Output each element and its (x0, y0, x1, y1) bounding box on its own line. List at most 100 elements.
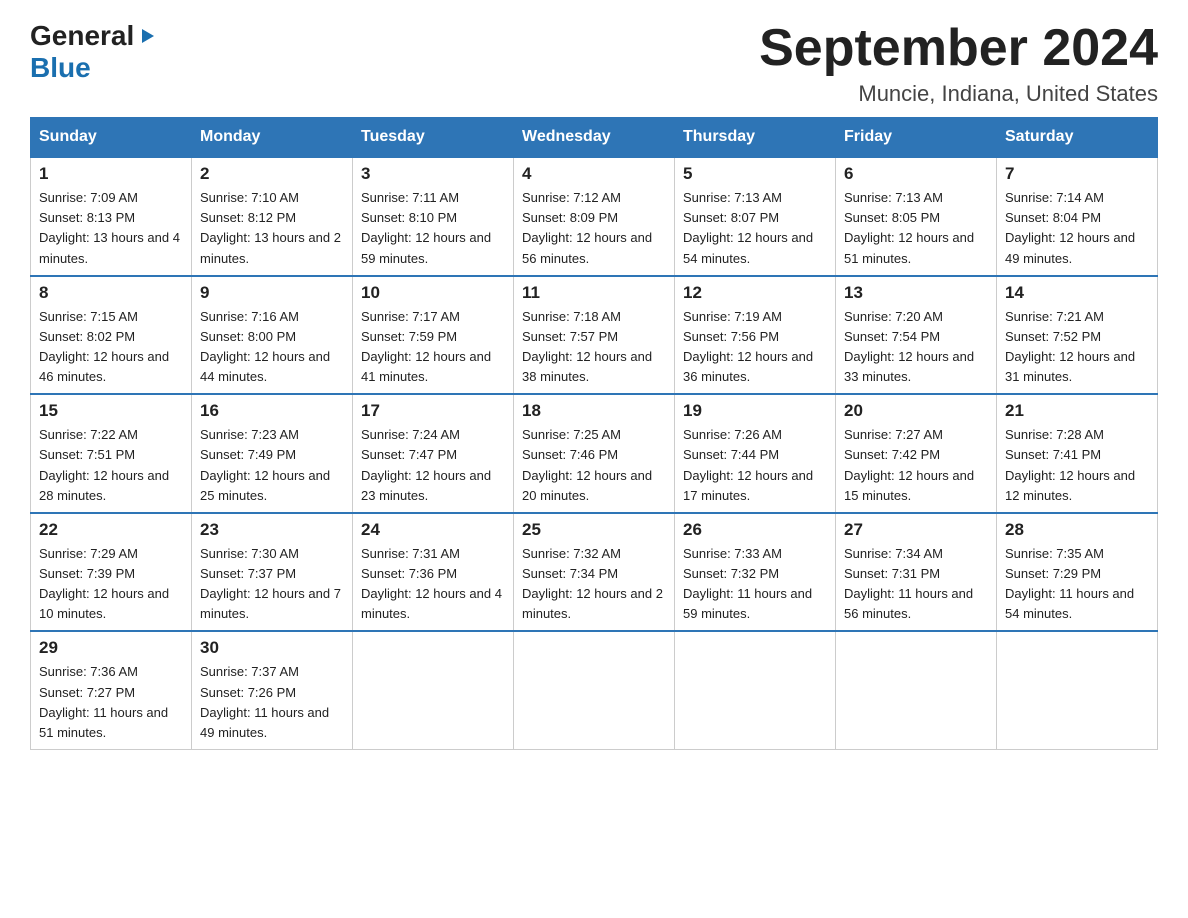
calendar-header-friday: Friday (836, 118, 997, 158)
calendar-week-row: 15 Sunrise: 7:22 AMSunset: 7:51 PMDayligh… (31, 394, 1158, 513)
day-number: 27 (844, 520, 988, 540)
calendar-week-row: 22Sunrise: 7:29 AMSunset: 7:39 PMDayligh… (31, 513, 1158, 632)
calendar-cell: 19 Sunrise: 7:26 AMSunset: 7:44 PMDayligh… (675, 394, 836, 513)
day-info: Sunrise: 7:28 AMSunset: 7:41 PMDaylight:… (1005, 425, 1149, 506)
day-number: 7 (1005, 164, 1149, 184)
day-number: 16 (200, 401, 344, 421)
calendar-header-row: SundayMondayTuesdayWednesdayThursdayFrid… (31, 118, 1158, 158)
calendar-header-thursday: Thursday (675, 118, 836, 158)
calendar-title: September 2024 (759, 20, 1158, 77)
day-number: 26 (683, 520, 827, 540)
calendar-cell: 27 Sunrise: 7:34 AMSunset: 7:31 PMDayligh… (836, 513, 997, 632)
calendar-cell: 23 Sunrise: 7:30 AMSunset: 7:37 PMDayligh… (192, 513, 353, 632)
day-info: Sunrise: 7:36 AMSunset: 7:27 PMDaylight:… (39, 662, 183, 743)
logo: General Blue (30, 20, 158, 84)
calendar-cell: 18 Sunrise: 7:25 AMSunset: 7:46 PMDayligh… (514, 394, 675, 513)
calendar-week-row: 1 Sunrise: 7:09 AMSunset: 8:13 PMDaylight… (31, 157, 1158, 276)
day-info: Sunrise: 7:31 AMSunset: 7:36 PMDaylight:… (361, 544, 505, 625)
logo-general-text: General (30, 20, 134, 52)
day-info: Sunrise: 7:34 AMSunset: 7:31 PMDaylight:… (844, 544, 988, 625)
calendar-header-wednesday: Wednesday (514, 118, 675, 158)
calendar-cell: 15 Sunrise: 7:22 AMSunset: 7:51 PMDayligh… (31, 394, 192, 513)
calendar-table: SundayMondayTuesdayWednesdayThursdayFrid… (30, 117, 1158, 750)
day-info: Sunrise: 7:25 AMSunset: 7:46 PMDaylight:… (522, 425, 666, 506)
day-info: Sunrise: 7:23 AMSunset: 7:49 PMDaylight:… (200, 425, 344, 506)
day-number: 20 (844, 401, 988, 421)
calendar-cell: 25 Sunrise: 7:32 AMSunset: 7:34 PMDayligh… (514, 513, 675, 632)
calendar-cell: 17 Sunrise: 7:24 AMSunset: 7:47 PMDayligh… (353, 394, 514, 513)
day-info: Sunrise: 7:32 AMSunset: 7:34 PMDaylight:… (522, 544, 666, 625)
day-info: Sunrise: 7:22 AMSunset: 7:51 PMDaylight:… (39, 425, 183, 506)
day-number: 5 (683, 164, 827, 184)
day-info: Sunrise: 7:09 AMSunset: 8:13 PMDaylight:… (39, 188, 183, 269)
calendar-cell: 10 Sunrise: 7:17 AMSunset: 7:59 PMDayligh… (353, 276, 514, 395)
logo-blue-text: Blue (30, 52, 91, 83)
day-info: Sunrise: 7:18 AMSunset: 7:57 PMDaylight:… (522, 307, 666, 388)
calendar-cell: 22Sunrise: 7:29 AMSunset: 7:39 PMDayligh… (31, 513, 192, 632)
day-info: Sunrise: 7:10 AMSunset: 8:12 PMDaylight:… (200, 188, 344, 269)
day-number: 22 (39, 520, 183, 540)
calendar-cell: 9 Sunrise: 7:16 AMSunset: 8:00 PMDaylight… (192, 276, 353, 395)
day-info: Sunrise: 7:11 AMSunset: 8:10 PMDaylight:… (361, 188, 505, 269)
calendar-cell: 29Sunrise: 7:36 AMSunset: 7:27 PMDayligh… (31, 631, 192, 749)
calendar-cell: 20 Sunrise: 7:27 AMSunset: 7:42 PMDayligh… (836, 394, 997, 513)
calendar-cell: 12 Sunrise: 7:19 AMSunset: 7:56 PMDayligh… (675, 276, 836, 395)
day-number: 11 (522, 283, 666, 303)
day-info: Sunrise: 7:26 AMSunset: 7:44 PMDaylight:… (683, 425, 827, 506)
day-number: 8 (39, 283, 183, 303)
day-info: Sunrise: 7:19 AMSunset: 7:56 PMDaylight:… (683, 307, 827, 388)
calendar-cell: 14Sunrise: 7:21 AMSunset: 7:52 PMDayligh… (997, 276, 1158, 395)
calendar-cell: 1 Sunrise: 7:09 AMSunset: 8:13 PMDaylight… (31, 157, 192, 276)
page-header: General Blue September 2024 Muncie, Indi… (30, 20, 1158, 107)
day-info: Sunrise: 7:37 AMSunset: 7:26 PMDaylight:… (200, 662, 344, 743)
calendar-cell: 16 Sunrise: 7:23 AMSunset: 7:49 PMDayligh… (192, 394, 353, 513)
calendar-cell: 5Sunrise: 7:13 AMSunset: 8:07 PMDaylight… (675, 157, 836, 276)
calendar-cell: 21 Sunrise: 7:28 AMSunset: 7:41 PMDayligh… (997, 394, 1158, 513)
day-number: 10 (361, 283, 505, 303)
day-info: Sunrise: 7:16 AMSunset: 8:00 PMDaylight:… (200, 307, 344, 388)
day-number: 19 (683, 401, 827, 421)
calendar-cell: 26Sunrise: 7:33 AMSunset: 7:32 PMDayligh… (675, 513, 836, 632)
calendar-cell: 13Sunrise: 7:20 AMSunset: 7:54 PMDayligh… (836, 276, 997, 395)
day-info: Sunrise: 7:21 AMSunset: 7:52 PMDaylight:… (1005, 307, 1149, 388)
calendar-header-tuesday: Tuesday (353, 118, 514, 158)
day-number: 3 (361, 164, 505, 184)
logo-arrow-icon (136, 25, 158, 47)
day-number: 2 (200, 164, 344, 184)
day-info: Sunrise: 7:17 AMSunset: 7:59 PMDaylight:… (361, 307, 505, 388)
day-info: Sunrise: 7:15 AMSunset: 8:02 PMDaylight:… (39, 307, 183, 388)
day-number: 9 (200, 283, 344, 303)
day-number: 24 (361, 520, 505, 540)
day-info: Sunrise: 7:24 AMSunset: 7:47 PMDaylight:… (361, 425, 505, 506)
calendar-week-row: 8 Sunrise: 7:15 AMSunset: 8:02 PMDaylight… (31, 276, 1158, 395)
day-number: 28 (1005, 520, 1149, 540)
calendar-cell (997, 631, 1158, 749)
calendar-cell (353, 631, 514, 749)
day-number: 23 (200, 520, 344, 540)
day-number: 1 (39, 164, 183, 184)
calendar-cell: 11 Sunrise: 7:18 AMSunset: 7:57 PMDayligh… (514, 276, 675, 395)
day-info: Sunrise: 7:14 AMSunset: 8:04 PMDaylight:… (1005, 188, 1149, 269)
day-number: 12 (683, 283, 827, 303)
calendar-header-saturday: Saturday (997, 118, 1158, 158)
calendar-subtitle: Muncie, Indiana, United States (759, 81, 1158, 107)
calendar-cell: 7 Sunrise: 7:14 AMSunset: 8:04 PMDaylight… (997, 157, 1158, 276)
day-number: 18 (522, 401, 666, 421)
day-number: 17 (361, 401, 505, 421)
calendar-cell (836, 631, 997, 749)
calendar-header-monday: Monday (192, 118, 353, 158)
calendar-cell: 24 Sunrise: 7:31 AMSunset: 7:36 PMDayligh… (353, 513, 514, 632)
day-info: Sunrise: 7:30 AMSunset: 7:37 PMDaylight:… (200, 544, 344, 625)
day-number: 15 (39, 401, 183, 421)
day-number: 30 (200, 638, 344, 658)
day-info: Sunrise: 7:27 AMSunset: 7:42 PMDaylight:… (844, 425, 988, 506)
calendar-cell: 4Sunrise: 7:12 AMSunset: 8:09 PMDaylight… (514, 157, 675, 276)
calendar-cell: 8 Sunrise: 7:15 AMSunset: 8:02 PMDaylight… (31, 276, 192, 395)
calendar-cell: 6Sunrise: 7:13 AMSunset: 8:05 PMDaylight… (836, 157, 997, 276)
day-number: 4 (522, 164, 666, 184)
day-info: Sunrise: 7:20 AMSunset: 7:54 PMDaylight:… (844, 307, 988, 388)
day-number: 21 (1005, 401, 1149, 421)
day-number: 25 (522, 520, 666, 540)
calendar-cell: 2 Sunrise: 7:10 AMSunset: 8:12 PMDaylight… (192, 157, 353, 276)
day-info: Sunrise: 7:35 AMSunset: 7:29 PMDaylight:… (1005, 544, 1149, 625)
